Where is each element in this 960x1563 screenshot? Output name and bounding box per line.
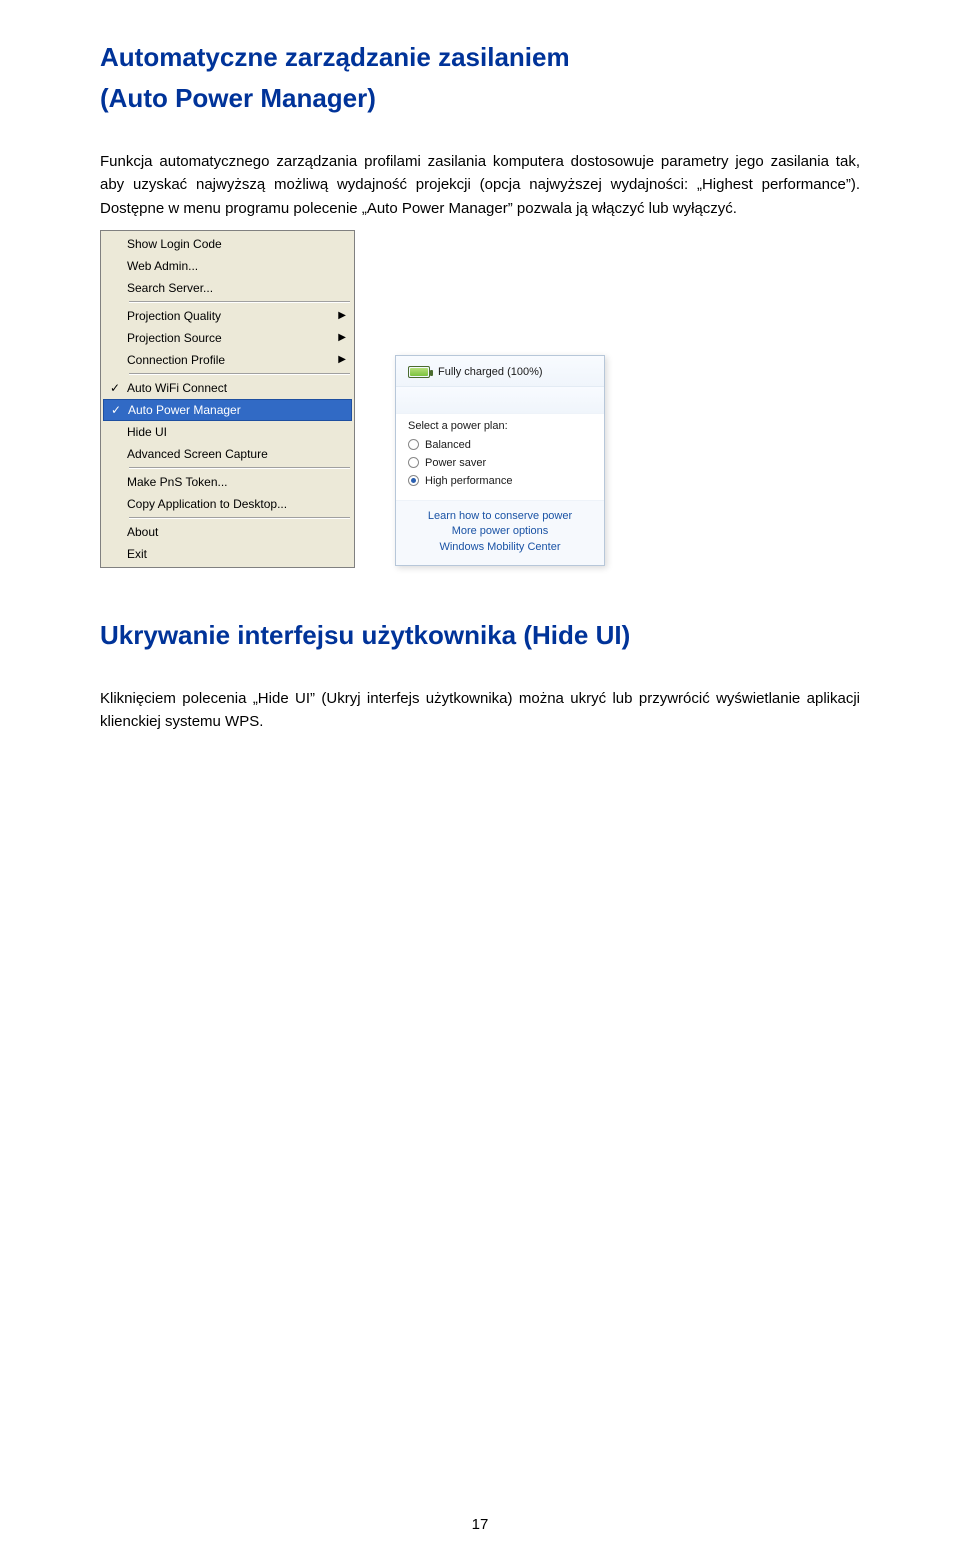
menu-item-search-server[interactable]: Search Server... [103, 277, 352, 299]
radio-icon [408, 457, 419, 468]
battery-status-row: Fully charged (100%) [396, 356, 604, 387]
menu-item-auto-wifi-connect[interactable]: ✓ Auto WiFi Connect [103, 377, 352, 399]
menu-item-label: Projection Quality [127, 309, 338, 323]
check-icon: ✓ [110, 381, 120, 395]
body-paragraph-1: Funkcja automatycznego zarządzania profi… [100, 150, 860, 220]
power-plan-high-performance[interactable]: High performance [408, 472, 592, 490]
menu-item-label: Web Admin... [127, 259, 350, 273]
power-plan-power-saver[interactable]: Power saver [408, 454, 592, 472]
battery-status-text: Fully charged (100%) [438, 366, 543, 378]
menu-item-label: About [127, 525, 350, 539]
power-plan-option-label: Power saver [425, 457, 486, 469]
menu-item-label: Exit [127, 547, 350, 561]
menu-item-copy-application[interactable]: Copy Application to Desktop... [103, 493, 352, 515]
submenu-arrow-icon: ▶ [338, 332, 350, 343]
menu-item-label: Auto WiFi Connect [127, 381, 350, 395]
menu-item-label: Search Server... [127, 281, 350, 295]
menu-item-hide-ui[interactable]: Hide UI [103, 421, 352, 443]
menu-item-label: Connection Profile [127, 353, 338, 367]
power-link-more-options[interactable]: More power options [402, 524, 598, 539]
menu-item-label: Projection Source [127, 331, 338, 345]
section-heading-line2: (Auto Power Manager) [100, 81, 860, 116]
section-heading-hide-ui: Ukrywanie interfejsu użytkownika (Hide U… [100, 618, 860, 653]
power-link-mobility-center[interactable]: Windows Mobility Center [402, 540, 598, 555]
radio-icon [408, 475, 419, 486]
menu-item-label: Copy Application to Desktop... [127, 497, 350, 511]
submenu-arrow-icon: ▶ [338, 354, 350, 365]
menu-item-exit[interactable]: Exit [103, 543, 352, 565]
menu-item-connection-profile[interactable]: Connection Profile ▶ [103, 349, 352, 371]
battery-icon [408, 366, 430, 378]
power-plan-option-label: High performance [425, 475, 512, 487]
power-flyout-panel: Fully charged (100%) Select a power plan… [395, 355, 605, 566]
page-number: 17 [472, 1516, 489, 1533]
menu-item-advanced-screen-capture[interactable]: Advanced Screen Capture [103, 443, 352, 465]
power-link-conserve[interactable]: Learn how to conserve power [402, 509, 598, 524]
body-paragraph-2: Kliknięciem polecenia „Hide UI” (Ukryj i… [100, 687, 860, 734]
check-icon: ✓ [111, 403, 121, 417]
menu-item-web-admin[interactable]: Web Admin... [103, 255, 352, 277]
menu-item-auto-power-manager[interactable]: ✓ Auto Power Manager [103, 399, 352, 421]
menu-item-label: Hide UI [127, 425, 350, 439]
radio-icon [408, 439, 419, 450]
power-plan-section: Select a power plan: Balanced Power save… [396, 413, 604, 501]
menu-item-about[interactable]: About [103, 521, 352, 543]
submenu-arrow-icon: ▶ [338, 310, 350, 321]
menu-item-projection-source[interactable]: Projection Source ▶ [103, 327, 352, 349]
menu-item-label: Show Login Code [127, 237, 350, 251]
figures-row: Show Login Code Web Admin... Search Serv… [100, 230, 860, 568]
menu-item-label: Make PnS Token... [127, 475, 350, 489]
menu-separator [129, 373, 350, 375]
power-plan-option-label: Balanced [425, 439, 471, 451]
menu-item-label: Auto Power Manager [128, 403, 349, 417]
power-panel-links: Learn how to conserve power More power o… [396, 501, 604, 565]
section-heading-line1: Automatyczne zarządzanie zasilaniem [100, 40, 860, 75]
menu-separator [129, 517, 350, 519]
power-plan-label: Select a power plan: [408, 420, 592, 432]
menu-item-make-pns-token[interactable]: Make PnS Token... [103, 471, 352, 493]
context-menu: Show Login Code Web Admin... Search Serv… [100, 230, 355, 568]
menu-separator [129, 467, 350, 469]
menu-item-label: Advanced Screen Capture [127, 447, 350, 461]
power-plan-balanced[interactable]: Balanced [408, 436, 592, 454]
menu-item-projection-quality[interactable]: Projection Quality ▶ [103, 305, 352, 327]
menu-separator [129, 301, 350, 303]
menu-item-show-login-code[interactable]: Show Login Code [103, 233, 352, 255]
panel-spacer [396, 387, 604, 413]
